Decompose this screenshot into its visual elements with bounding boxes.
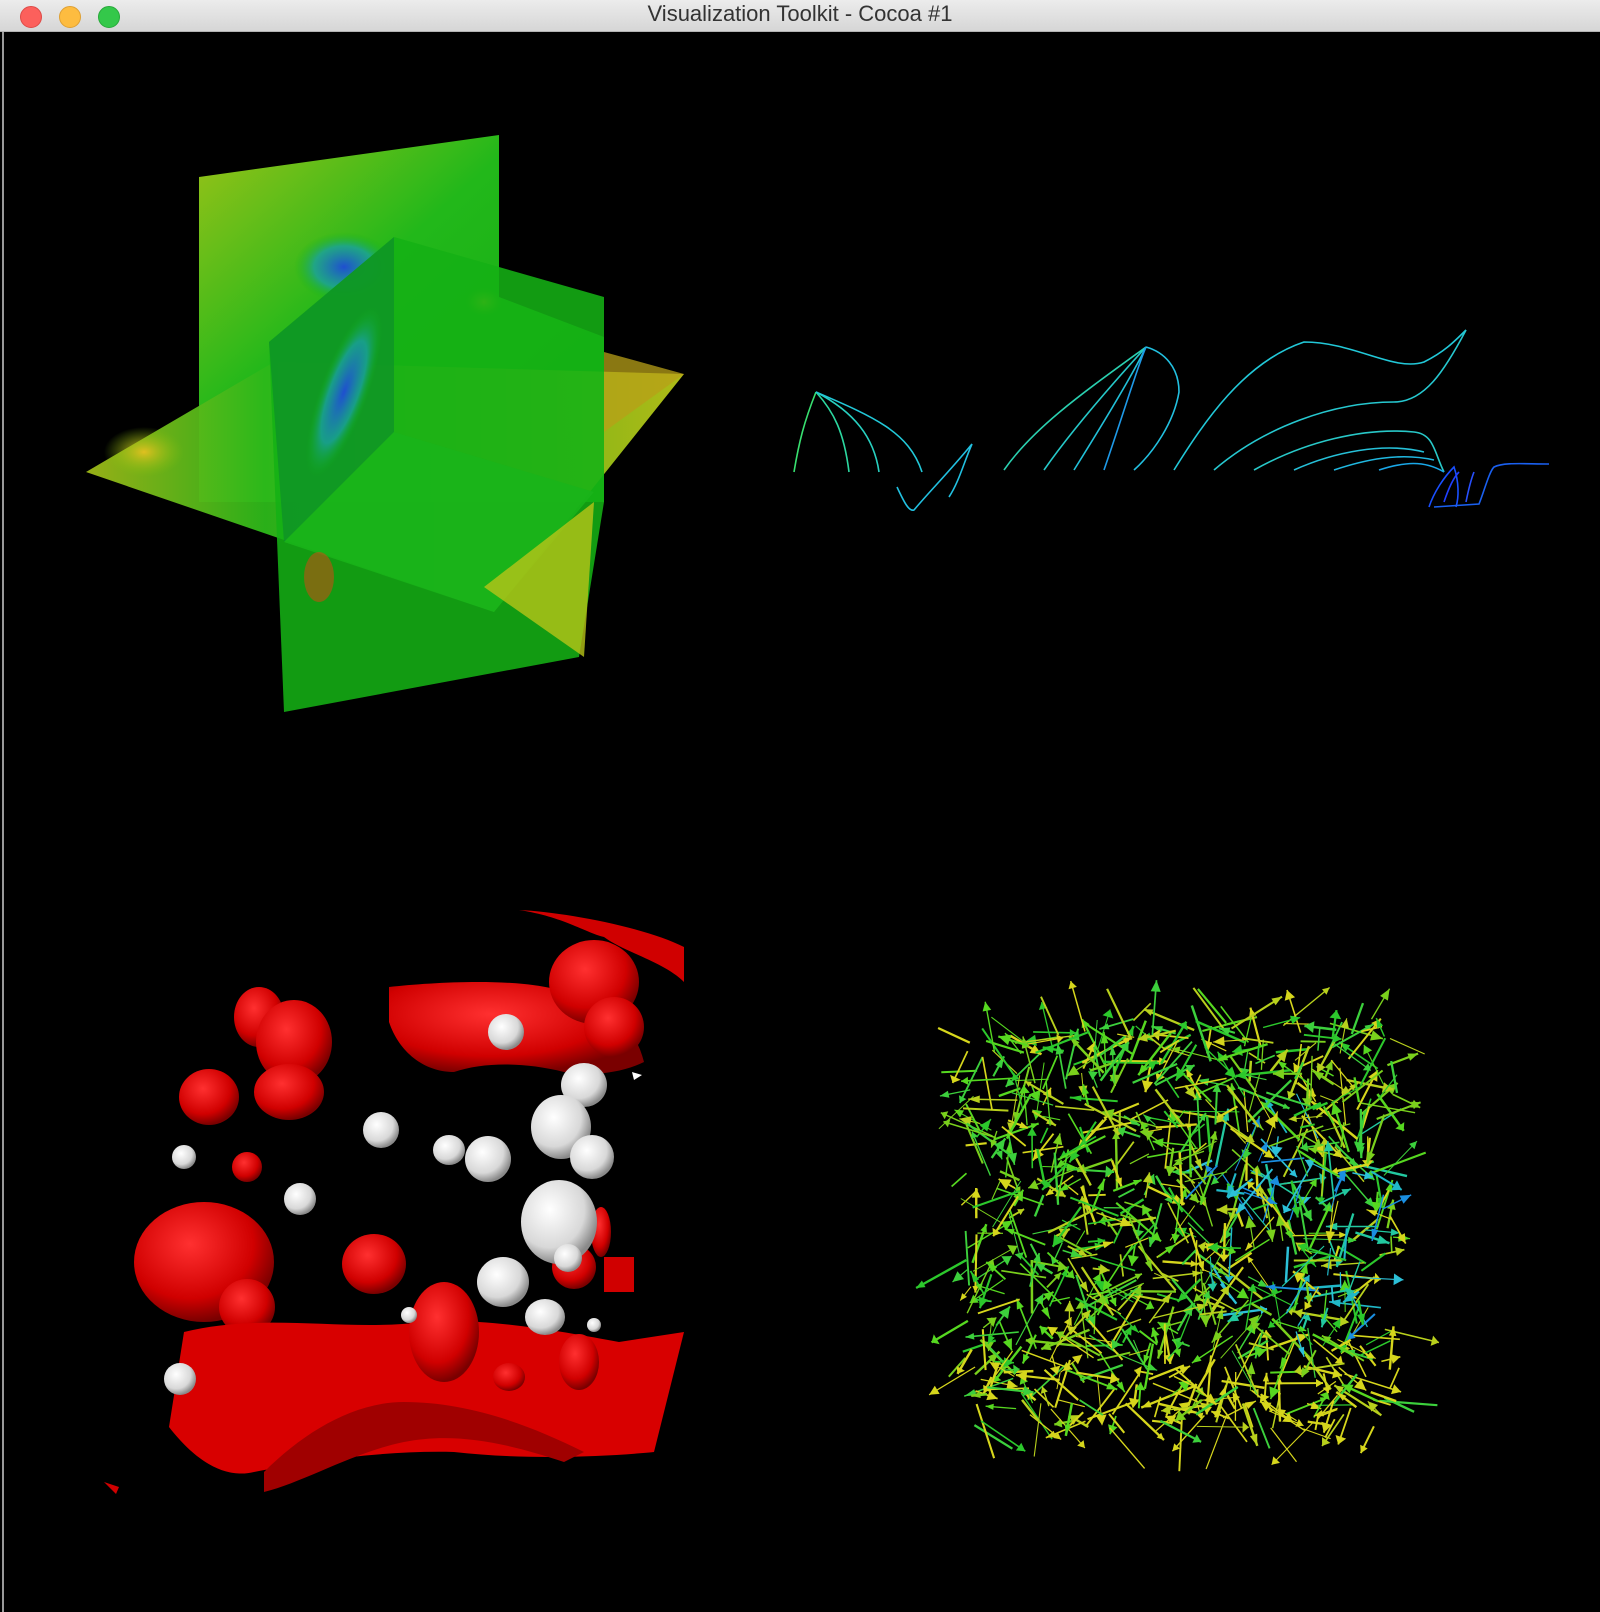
window-title: Visualization Toolkit - Cocoa #1 [647, 1, 953, 26]
isosurfaces-renderer[interactable] [104, 910, 684, 1494]
cut-planes-renderer[interactable] [86, 135, 684, 712]
window-title-bar[interactable]: Visualization Toolkit - Cocoa #1 [0, 0, 1600, 32]
render-window-canvas[interactable] [2, 32, 1600, 1612]
vector-glyphs-renderer[interactable] [915, 980, 1440, 1472]
streamlines-renderer[interactable] [793, 329, 1550, 511]
